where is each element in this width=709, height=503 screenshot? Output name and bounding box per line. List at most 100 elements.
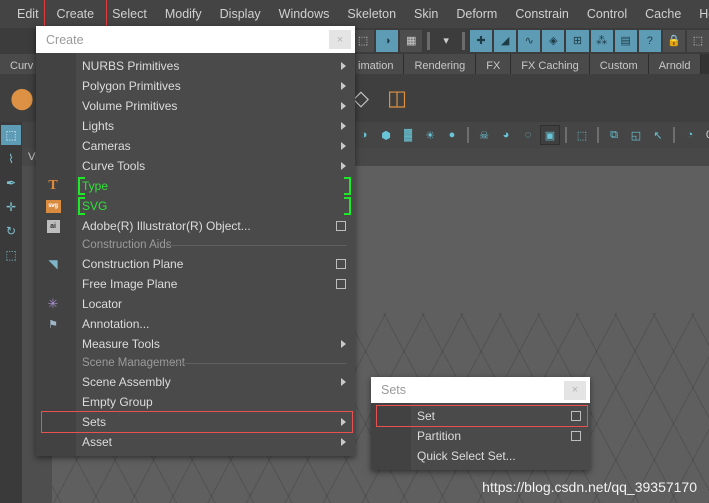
option-box-icon[interactable] [571,431,581,441]
select-tool-icon[interactable]: ⬚ [1,125,21,145]
nurbs-sphere-icon[interactable]: ⬤ [6,82,38,114]
paint-select-tool-icon[interactable]: ✒ [1,173,21,193]
snap-to-curve-icon[interactable]: ◢ [494,30,517,52]
menu-edit[interactable]: Edit [8,2,48,26]
help-icon[interactable]: ? [638,30,661,52]
close-icon[interactable]: × [329,30,351,49]
menu-item-label: Quick Select Set... [417,449,516,463]
menu-deform[interactable]: Deform [447,2,506,26]
lasso-tool-icon[interactable]: ⌇ [1,149,21,169]
move-tool-icon[interactable]: ✛ [1,197,21,217]
menu-item-icon [44,414,62,430]
option-box-icon[interactable] [336,259,346,269]
use-lights-icon[interactable]: ☀ [420,125,440,145]
bridge-icon[interactable]: ◫ [381,82,413,114]
menu-select[interactable]: Select [103,2,156,26]
menu-item-sets[interactable]: Sets [36,411,355,433]
select-by-object-icon[interactable]: ◑ [376,30,399,52]
xray-active-icon[interactable]: ◌ [518,125,538,145]
image-plane-icon[interactable]: ⧉ [604,125,624,145]
watermark-text: https://blog.csdn.net/qq_39357170 [482,479,697,495]
menu-item-empty-group[interactable]: Empty Group [36,392,355,412]
shelf-tab-fx-caching[interactable]: FX Caching [511,54,590,74]
wireframe-on-shaded-icon[interactable]: ◑ [354,125,374,145]
menu-item-free-image-plane[interactable]: Free Image Plane [36,274,355,294]
menu-item-nurbs-primitives[interactable]: NURBS Primitives [36,56,355,76]
select-by-component-icon[interactable]: ▦ [400,30,423,52]
sets-menu-item-partition[interactable]: Partition [371,426,590,446]
grid-toggle-icon[interactable]: ◱ [626,125,646,145]
menu-item-locator[interactable]: ✳ Locator [36,294,355,314]
isolate-select-icon[interactable]: ⬚ [572,125,592,145]
smooth-shade-icon[interactable]: ⬢ [376,125,396,145]
menu-windows[interactable]: Windows [270,2,339,26]
select-by-hierarchy-icon[interactable]: ⬚ [352,30,375,52]
menu-item-scene-assembly[interactable]: Scene Assembly [36,372,355,392]
menu-item-polygon-primitives[interactable]: Polygon Primitives [36,76,355,96]
chevron-right-icon [341,102,346,110]
menu-item-volume-primitives[interactable]: Volume Primitives [36,96,355,116]
menu-item-label: SVG [82,199,108,213]
shelf-tab-arnold[interactable]: Arnold [648,54,702,74]
xray-joints-icon[interactable]: ◕ [496,125,516,145]
shadows-icon[interactable]: ● [442,125,462,145]
menu-item-cameras[interactable]: Cameras [36,136,355,156]
chevron-right-icon [341,438,346,446]
gamma-icon[interactable]: ◔ [680,125,700,145]
menu-control[interactable]: Control [578,2,636,26]
xray-icon[interactable]: ☠ [474,125,494,145]
snap-to-grid-icon[interactable]: ✚ [469,30,493,52]
menu-item-svg[interactable]: svg SVG [36,196,355,216]
option-box-icon[interactable] [336,279,346,289]
menu-item-annotation[interactable]: ⚑ Annotation... [36,314,355,334]
toolbar-separator [427,32,431,50]
toolbox-column: ⬚ ⌇ ✒ ✛ ↻ ⬚ [0,122,22,503]
snap-to-point-icon[interactable]: ∿ [518,30,541,52]
svg-icon: svg [44,198,62,214]
scale-tool-icon[interactable]: ⬚ [1,245,21,265]
make-live-icon[interactable]: ⁂ [590,30,613,52]
sets-menu-item-set[interactable]: Set [371,405,590,427]
rotate-tool-icon[interactable]: ↻ [1,221,21,241]
menu-display[interactable]: Display [211,2,270,26]
menu-modify[interactable]: Modify [156,2,211,26]
chevron-right-icon [341,62,346,70]
menu-cache[interactable]: Cache [636,2,690,26]
close-icon[interactable]: × [564,380,586,400]
exposure-icon[interactable]: ▣ [540,125,560,145]
shelf-tab-fx[interactable]: FX [476,54,512,74]
menu-item-measure-tools[interactable]: Measure Tools [36,334,355,354]
selection-mask-icon[interactable]: ⬚ [686,30,709,52]
option-box-icon[interactable] [571,411,581,421]
shelf-tab-rendering[interactable]: Rendering [404,54,477,74]
section-divider [166,245,347,246]
menu-item-label: NURBS Primitives [82,59,180,73]
sets-menu-item-quick-select-set[interactable]: Quick Select Set... [371,446,590,466]
menu-skin[interactable]: Skin [405,2,447,26]
menu-help[interactable]: Help [690,2,709,26]
menu-item-icon [44,434,62,450]
shelf-tab-custom[interactable]: Custom [589,54,649,74]
menu-item-lights[interactable]: Lights [36,116,355,136]
snapshot-icon[interactable]: ↖ [648,125,668,145]
bracket-left-icon [78,177,85,195]
textured-icon[interactable]: ▓ [398,125,418,145]
option-box-icon[interactable] [336,221,346,231]
render-view-icon[interactable]: ▤ [614,30,637,52]
lock-icon[interactable]: 🔒 [662,30,685,52]
shelf-tab-imation[interactable]: imation [348,54,405,74]
menu-item-adobe-r-illustrator-r-object[interactable]: ai Adobe(R) Illustrator(R) Object... [36,216,355,236]
menu-item-icon [44,394,62,410]
annotation-icon: ⚑ [48,318,58,331]
snap-to-projected-center-icon[interactable]: ◈ [542,30,565,52]
bracket-right-icon [344,177,351,195]
menu-item-construction-plane[interactable]: ◥ Construction Plane [36,254,355,274]
snap-to-view-planes-icon[interactable]: ⊞ [566,30,589,52]
menu-item-curve-tools[interactable]: Curve Tools [36,156,355,176]
menu-create[interactable]: Create [43,0,107,33]
dropdown-caret-icon[interactable]: ▾ [435,30,457,52]
menu-item-type[interactable]: T Type [36,176,355,196]
menu-item-asset[interactable]: Asset [36,432,355,452]
menu-skeleton[interactable]: Skeleton [338,2,405,26]
menu-constrain[interactable]: Constrain [506,2,578,26]
